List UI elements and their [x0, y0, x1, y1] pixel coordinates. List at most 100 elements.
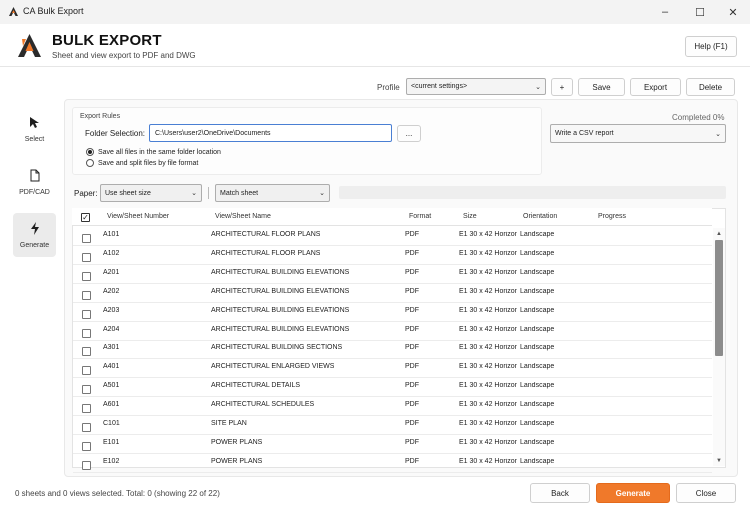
table-row[interactable]: C101 SITE PLAN PDF E1 30 x 42 Horizont Lands… — [73, 416, 712, 435]
cell-number: A101 — [103, 231, 120, 238]
chevron-down-icon: ⌄ — [319, 190, 325, 197]
lightning-icon — [30, 221, 40, 237]
sidebar-item-select[interactable]: Select — [13, 107, 56, 151]
row-checkbox[interactable] — [82, 460, 91, 470]
cell-format: PDF — [405, 363, 419, 371]
row-checkbox[interactable] — [82, 309, 91, 319]
cell-name: ARCHITECTURAL BUILDING ELEVATIONS — [211, 325, 350, 333]
separator — [208, 187, 209, 199]
maximize-button[interactable]: ☐ — [683, 0, 717, 24]
row-checkbox[interactable] — [82, 404, 91, 414]
row-checkbox[interactable] — [82, 366, 91, 376]
cell-orientation: Landscape — [520, 231, 555, 238]
table-row[interactable]: A301 ARCHITECTURAL BUILDING SECTIONS PDF E1… — [73, 340, 712, 360]
table-row[interactable]: A401 ARCHITECTURAL ENLARGED VIEWS PDF E1 30… — [73, 359, 712, 379]
profile-select-value: <current settings> — [411, 83, 468, 90]
cell-name: ARCHITECTURAL FLOOR PLANS — [211, 231, 321, 238]
scroll-up-arrow-icon[interactable]: ▲ — [713, 229, 725, 238]
row-checkbox[interactable] — [82, 347, 91, 357]
row-checkbox[interactable] — [82, 385, 91, 395]
cell-name: POWER PLANS — [211, 438, 263, 446]
column-header-size[interactable]: Size — [463, 213, 477, 220]
cell-size: E1 30 x 42 Horizont — [459, 268, 517, 276]
cell-name: POWER PLANS — [211, 457, 263, 465]
sidebar-item-generate[interactable]: Generate — [13, 213, 56, 257]
row-checkbox[interactable] — [82, 271, 91, 281]
scrollbar-thumb[interactable] — [715, 240, 723, 356]
radio-label: Save and split files by file format — [98, 159, 199, 167]
document-icon — [30, 169, 40, 184]
cell-name: ARCHITECTURAL FLOOR PLANS — [211, 249, 321, 257]
cell-format: PDF — [405, 287, 419, 295]
table-row[interactable]: E102 POWER PLANS PDF E1 30 x 42 Horizont Lan… — [73, 454, 712, 473]
paper-label: Paper: — [74, 189, 98, 198]
profile-select[interactable]: <current settings> ⌄ — [406, 78, 546, 95]
row-checkbox[interactable] — [82, 328, 91, 338]
logo-icon — [17, 33, 42, 58]
column-header-name[interactable]: View/Sheet Name — [215, 213, 271, 220]
table-row[interactable]: A501 ARCHITECTURAL DETAILS PDF E1 30 x 42 H… — [73, 378, 712, 398]
paper-size-select[interactable]: Use sheet size ⌄ — [100, 184, 202, 202]
paper-size-value: Use sheet size — [105, 189, 151, 197]
table-row[interactable]: A102 ARCHITECTURAL FLOOR PLANS PDF E1 30 x … — [73, 246, 712, 265]
row-checkbox[interactable] — [82, 252, 91, 262]
cursor-icon — [29, 116, 40, 131]
radio-same-folder[interactable]: Save all files in the same folder locati… — [86, 148, 221, 156]
chevron-down-icon: ⌄ — [191, 190, 197, 197]
table-row[interactable]: A202 ARCHITECTURAL BUILDING ELEVATIONS PDF… — [73, 284, 712, 303]
cell-size: E1 30 x 42 Horizont — [459, 420, 517, 427]
table-row[interactable]: A601 ARCHITECTURAL SCHEDULES PDF E1 30 x 42… — [73, 397, 712, 417]
cell-format: PDF — [405, 325, 419, 333]
cell-size: E1 30 x 42 Horizont — [459, 363, 517, 371]
table-row[interactable]: A203 ARCHITECTURAL BUILDING ELEVATIONS PDF… — [73, 303, 712, 322]
column-header-orientation[interactable]: Orientation — [523, 213, 557, 220]
table-row[interactable]: A101 ARCHITECTURAL FLOOR PLANS PDF E1 30 x … — [73, 227, 712, 246]
cell-number: C101 — [103, 420, 120, 427]
delete-button[interactable]: Delete — [686, 78, 735, 96]
selection-status: 0 sheets and 0 views selected. Total: 0 … — [15, 489, 220, 498]
column-header-progress[interactable]: Progress — [598, 213, 626, 220]
cell-orientation: Landscape — [520, 306, 555, 314]
generate-button[interactable]: Generate — [596, 483, 670, 503]
column-header-format[interactable]: Format — [409, 213, 431, 220]
save-button[interactable]: Save — [578, 78, 625, 96]
close-button[interactable]: Close — [676, 483, 736, 503]
help-button[interactable]: Help (F1) — [685, 36, 737, 57]
folder-path-input[interactable]: C:\Users\user2\OneDrive\Documents — [149, 124, 392, 142]
row-checkbox[interactable] — [82, 234, 91, 243]
table-row[interactable]: E101 POWER PLANS PDF E1 30 x 42 Horizont Lan… — [73, 435, 712, 454]
column-header-number[interactable]: View/Sheet Number — [107, 213, 169, 220]
cell-format: PDF — [405, 420, 419, 427]
close-window-button[interactable]: ✕ — [716, 0, 750, 24]
row-checkbox[interactable] — [82, 441, 91, 451]
radio-button[interactable] — [86, 159, 94, 167]
row-checkbox[interactable] — [82, 290, 91, 300]
cell-orientation: Landscape — [520, 287, 555, 295]
cell-number: A501 — [103, 382, 120, 390]
select-all-checkbox[interactable]: ✓ — [81, 213, 90, 222]
export-button[interactable]: Export — [630, 78, 681, 96]
cell-orientation: Landscape — [520, 249, 555, 257]
back-button[interactable]: Back — [530, 483, 590, 503]
radio-split-by-format[interactable]: Save and split files by file format — [86, 159, 198, 167]
table-row[interactable]: A201 ARCHITECTURAL BUILDING ELEVATIONS PDF… — [73, 265, 712, 284]
cell-format: PDF — [405, 382, 419, 390]
cell-orientation: Landscape — [520, 268, 555, 276]
export-rules-label: Export Rules — [80, 113, 121, 120]
sidebar-item-pdf-cad[interactable]: PDF/CAD — [13, 160, 56, 204]
csv-report-select[interactable]: Write a CSV report ⌄ — [550, 124, 726, 143]
row-checkbox[interactable] — [82, 423, 91, 432]
cell-format: PDF — [405, 249, 419, 257]
cell-name: ARCHITECTURAL ENLARGED VIEWS — [211, 363, 335, 371]
minimize-button[interactable]: – — [648, 0, 682, 24]
cell-number: A401 — [103, 363, 120, 371]
table-row[interactable]: A204 ARCHITECTURAL BUILDING ELEVATIONS PDF… — [73, 322, 712, 341]
browse-folder-button[interactable]: ... — [397, 125, 421, 142]
cell-name: ARCHITECTURAL BUILDING SECTIONS — [211, 344, 343, 352]
add-profile-button[interactable]: + — [551, 78, 573, 96]
cell-format: PDF — [405, 438, 419, 446]
scroll-down-arrow-icon[interactable]: ▼ — [713, 456, 725, 465]
match-sheet-select[interactable]: Match sheet ⌄ — [215, 184, 330, 202]
cell-orientation: Landscape — [520, 382, 555, 390]
radio-button[interactable] — [86, 148, 94, 156]
